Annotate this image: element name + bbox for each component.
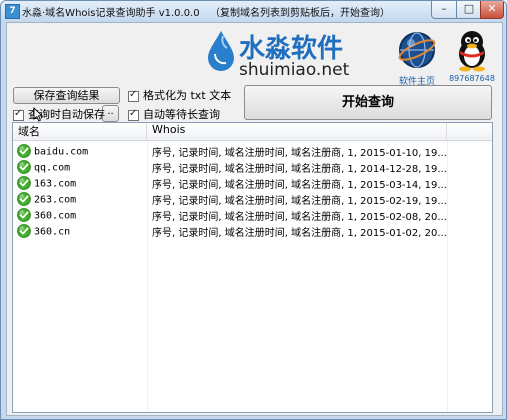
- success-check-icon: [17, 160, 31, 174]
- whois-cell[interactable]: 序号, 记录时间, 域名注册时间, 域名注册商, 1, 2015-03-14, …: [152, 176, 452, 192]
- close-button[interactable]: ✕: [480, 1, 504, 19]
- qq-number-label[interactable]: 897687648: [447, 74, 497, 83]
- results-table[interactable]: 域名 Whois baidu.com 序号, 记录时间, 域名注册时间, 域名注册…: [12, 122, 493, 413]
- domain-text: qq.com: [34, 162, 71, 174]
- whois-cell[interactable]: 序号, 记录时间, 域名注册时间, 域名注册商, 1, 2015-02-08, …: [152, 208, 452, 224]
- title-bar[interactable]: 7 水淼·域名Whois记录查询助手 v1.0.0.0 （复制域名列表到剪贴板后…: [1, 1, 506, 21]
- table-row[interactable]: 360.cn 序号, 记录时间, 域名注册时间, 域名注册商, 1, 2015-0…: [13, 224, 492, 240]
- close-icon: ✕: [487, 2, 497, 15]
- client-area: 水淼软件 shuimiao.net 软件主页 897687648 保存查询结果 …: [6, 22, 503, 416]
- success-check-icon: [17, 208, 31, 222]
- domain-cell[interactable]: 360.cn: [17, 224, 145, 240]
- whois-cell[interactable]: 序号, 记录时间, 域名注册时间, 域名注册商, 1, 2015-01-02, …: [152, 224, 452, 240]
- table-header: 域名 Whois: [13, 123, 492, 141]
- domain-cell[interactable]: 163.com: [17, 176, 145, 192]
- maximize-button[interactable]: □: [456, 1, 482, 19]
- maximize-icon: □: [463, 2, 475, 15]
- domain-text: baidu.com: [34, 146, 89, 158]
- table-row[interactable]: 263.com 序号, 记录时间, 域名注册时间, 域名注册商, 1, 2015-…: [13, 192, 492, 208]
- window-title: 水淼·域名Whois记录查询助手 v1.0.0.0: [22, 8, 200, 19]
- autosave-checkbox-box[interactable]: [13, 108, 24, 121]
- table-row[interactable]: baidu.com 序号, 记录时间, 域名注册时间, 域名注册商, 1, 201…: [13, 144, 492, 160]
- domain-cell[interactable]: 263.com: [17, 192, 145, 208]
- brand-name-en: shuimiao.net: [239, 60, 350, 80]
- whois-cell[interactable]: 序号, 记录时间, 域名注册时间, 域名注册商, 1, 2015-01-10, …: [152, 144, 452, 160]
- qq-contact-link[interactable]: 897687648: [447, 28, 497, 83]
- wait-long-query-label: 自动等待长查询: [143, 108, 220, 121]
- success-check-icon: [17, 144, 31, 158]
- water-drop-logo-icon: [208, 31, 234, 71]
- wait-long-query-checkbox-box[interactable]: [128, 108, 139, 121]
- table-row[interactable]: 163.com 序号, 记录时间, 域名注册时间, 域名注册商, 1, 2015-…: [13, 176, 492, 192]
- domain-text: 360.cn: [34, 226, 71, 238]
- brand-logo: 水淼软件 shuimiao.net: [206, 26, 350, 86]
- success-check-icon: [17, 176, 31, 190]
- success-check-icon: [17, 192, 31, 206]
- whois-cell[interactable]: 序号, 记录时间, 域名注册时间, 域名注册商, 1, 2015-02-19, …: [152, 192, 452, 208]
- wait-long-query-checkbox[interactable]: 自动等待长查询: [128, 106, 220, 122]
- app-window: 7 水淼·域名Whois记录查询助手 v1.0.0.0 （复制域名列表到剪贴板后…: [0, 0, 507, 420]
- domain-text: 163.com: [34, 178, 77, 190]
- column-header-filler: [447, 123, 492, 140]
- qq-penguin-icon: [459, 31, 485, 72]
- domain-cell[interactable]: qq.com: [17, 160, 145, 176]
- mouse-cursor-icon: [33, 107, 43, 122]
- table-row[interactable]: 360.com 序号, 记录时间, 域名注册时间, 域名注册商, 1, 2015-…: [13, 208, 492, 224]
- domain-text: 360.com: [34, 210, 77, 222]
- whois-cell[interactable]: 序号, 记录时间, 域名注册时间, 域名注册商, 1, 2014-12-28, …: [152, 160, 452, 176]
- domain-text: 263.com: [34, 194, 77, 206]
- autosave-checkbox[interactable]: 查询时自动保存: [13, 106, 105, 122]
- minimize-button[interactable]: –: [431, 1, 457, 19]
- globe-icon: [398, 32, 436, 68]
- minimize-icon: –: [441, 2, 447, 15]
- app-icon: 7: [5, 4, 20, 19]
- start-query-button[interactable]: 开始查询: [244, 85, 492, 120]
- save-results-button[interactable]: 保存查询结果: [13, 87, 120, 104]
- txt-format-checkbox[interactable]: 格式化为 txt 文本: [128, 87, 231, 103]
- table-row[interactable]: qq.com 序号, 记录时间, 域名注册时间, 域名注册商, 1, 2014-1…: [13, 160, 492, 176]
- domain-cell[interactable]: baidu.com: [17, 144, 145, 160]
- column-header-whois[interactable]: Whois: [147, 123, 447, 140]
- column-header-domain[interactable]: 域名: [13, 123, 147, 140]
- txt-format-checkbox-box[interactable]: [128, 89, 139, 102]
- homepage-link[interactable]: 软件主页: [393, 30, 441, 87]
- success-check-icon: [17, 224, 31, 238]
- domain-cell[interactable]: 360.com: [17, 208, 145, 224]
- window-title-hint: （复制域名列表到剪贴板后，开始查询）: [210, 8, 390, 19]
- txt-format-label: 格式化为 txt 文本: [143, 89, 232, 102]
